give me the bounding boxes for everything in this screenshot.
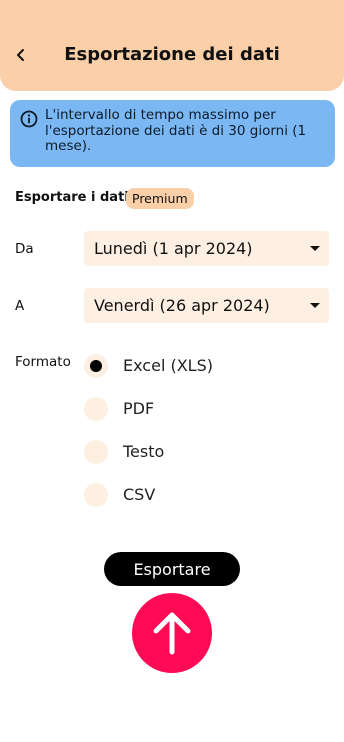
from-label: Da [15, 241, 34, 257]
info-banner: L'intervallo di tempo massimo per l'espo… [10, 100, 335, 167]
info-text: L'intervallo di tempo massimo per l'espo… [45, 107, 307, 154]
radio-text[interactable] [84, 440, 108, 464]
radio-excel[interactable] [84, 354, 108, 378]
format-label: Formato [15, 354, 71, 370]
to-date-select[interactable]: Venerdì (26 apr 2024) [84, 288, 329, 323]
radio-pdf[interactable] [84, 397, 108, 421]
app-header: Esportazione dei dati [0, 0, 344, 91]
export-fab-button[interactable] [132, 593, 212, 673]
export-button[interactable]: Esportare [104, 552, 240, 586]
caret-down-icon [310, 246, 320, 251]
to-date-value: Venerdì (26 apr 2024) [94, 296, 270, 315]
caret-down-icon [310, 303, 320, 308]
from-date-select[interactable]: Lunedì (1 apr 2024) [84, 231, 329, 266]
page-title: Esportazione dei dati [64, 44, 280, 65]
format-option-label[interactable]: Testo [123, 442, 164, 461]
format-option-label[interactable]: PDF [123, 399, 154, 418]
from-date-value: Lunedì (1 apr 2024) [94, 239, 253, 258]
info-icon [20, 110, 38, 128]
premium-badge: Premium [126, 188, 194, 209]
format-option-label[interactable]: CSV [123, 485, 155, 504]
radio-csv[interactable] [84, 483, 108, 507]
arrow-up-icon [153, 612, 191, 655]
format-option-label[interactable]: Excel (XLS) [123, 356, 213, 375]
export-section-title: Esportare i dati [15, 190, 129, 205]
to-label: A [15, 298, 25, 314]
